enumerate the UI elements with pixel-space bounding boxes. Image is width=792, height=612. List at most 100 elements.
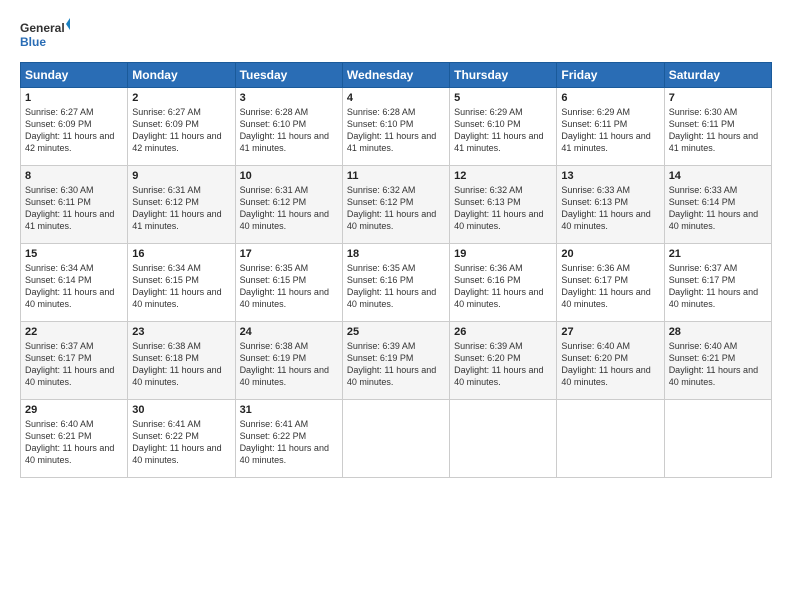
day-info: Sunrise: 6:40 AM Sunset: 6:20 PM Dayligh…: [561, 340, 659, 389]
header: General Blue: [20, 16, 772, 52]
sunrise-label: Sunrise: 6:31 AM: [240, 185, 309, 195]
day-number: 30: [132, 404, 230, 416]
day-number: 3: [240, 92, 338, 104]
day-number: 14: [669, 170, 767, 182]
sunrise-label: Sunrise: 6:32 AM: [347, 185, 416, 195]
day-info: Sunrise: 6:31 AM Sunset: 6:12 PM Dayligh…: [132, 184, 230, 233]
daylight-label: Daylight: 11 hours and 40 minutes.: [561, 209, 650, 231]
sunset-label: Sunset: 6:19 PM: [347, 353, 414, 363]
day-info: Sunrise: 6:37 AM Sunset: 6:17 PM Dayligh…: [25, 340, 123, 389]
calendar-cell: 3 Sunrise: 6:28 AM Sunset: 6:10 PM Dayli…: [235, 88, 342, 166]
calendar-cell: 6 Sunrise: 6:29 AM Sunset: 6:11 PM Dayli…: [557, 88, 664, 166]
logo: General Blue: [20, 16, 70, 52]
daylight-label: Daylight: 11 hours and 40 minutes.: [132, 287, 221, 309]
sunrise-label: Sunrise: 6:37 AM: [669, 263, 738, 273]
day-number: 13: [561, 170, 659, 182]
calendar-cell: 17 Sunrise: 6:35 AM Sunset: 6:15 PM Dayl…: [235, 244, 342, 322]
sunset-label: Sunset: 6:19 PM: [240, 353, 307, 363]
day-header-tuesday: Tuesday: [235, 63, 342, 88]
daylight-label: Daylight: 11 hours and 40 minutes.: [561, 365, 650, 387]
daylight-label: Daylight: 11 hours and 40 minutes.: [454, 365, 543, 387]
sunset-label: Sunset: 6:16 PM: [454, 275, 521, 285]
calendar-cell: 25 Sunrise: 6:39 AM Sunset: 6:19 PM Dayl…: [342, 322, 449, 400]
daylight-label: Daylight: 11 hours and 40 minutes.: [132, 443, 221, 465]
sunrise-label: Sunrise: 6:38 AM: [240, 341, 309, 351]
daylight-label: Daylight: 11 hours and 41 minutes.: [240, 131, 329, 153]
calendar-cell: 26 Sunrise: 6:39 AM Sunset: 6:20 PM Dayl…: [450, 322, 557, 400]
sunrise-label: Sunrise: 6:27 AM: [132, 107, 201, 117]
calendar-cell: 24 Sunrise: 6:38 AM Sunset: 6:19 PM Dayl…: [235, 322, 342, 400]
sunrise-label: Sunrise: 6:35 AM: [347, 263, 416, 273]
daylight-label: Daylight: 11 hours and 41 minutes.: [669, 131, 758, 153]
week-row-2: 8 Sunrise: 6:30 AM Sunset: 6:11 PM Dayli…: [21, 166, 772, 244]
calendar-cell: 27 Sunrise: 6:40 AM Sunset: 6:20 PM Dayl…: [557, 322, 664, 400]
day-info: Sunrise: 6:28 AM Sunset: 6:10 PM Dayligh…: [347, 106, 445, 155]
logo-svg: General Blue: [20, 16, 70, 52]
sunset-label: Sunset: 6:10 PM: [240, 119, 307, 129]
calendar-cell: 10 Sunrise: 6:31 AM Sunset: 6:12 PM Dayl…: [235, 166, 342, 244]
day-number: 1: [25, 92, 123, 104]
day-number: 29: [25, 404, 123, 416]
sunrise-label: Sunrise: 6:28 AM: [347, 107, 416, 117]
day-number: 21: [669, 248, 767, 260]
day-info: Sunrise: 6:31 AM Sunset: 6:12 PM Dayligh…: [240, 184, 338, 233]
day-number: 26: [454, 326, 552, 338]
week-row-1: 1 Sunrise: 6:27 AM Sunset: 6:09 PM Dayli…: [21, 88, 772, 166]
day-info: Sunrise: 6:32 AM Sunset: 6:13 PM Dayligh…: [454, 184, 552, 233]
calendar-cell: 12 Sunrise: 6:32 AM Sunset: 6:13 PM Dayl…: [450, 166, 557, 244]
day-number: 15: [25, 248, 123, 260]
day-number: 12: [454, 170, 552, 182]
daylight-label: Daylight: 11 hours and 41 minutes.: [561, 131, 650, 153]
sunset-label: Sunset: 6:22 PM: [240, 431, 307, 441]
calendar-cell: 4 Sunrise: 6:28 AM Sunset: 6:10 PM Dayli…: [342, 88, 449, 166]
sunrise-label: Sunrise: 6:32 AM: [454, 185, 523, 195]
sunset-label: Sunset: 6:22 PM: [132, 431, 199, 441]
sunrise-label: Sunrise: 6:38 AM: [132, 341, 201, 351]
sunrise-label: Sunrise: 6:39 AM: [454, 341, 523, 351]
daylight-label: Daylight: 11 hours and 40 minutes.: [454, 287, 543, 309]
calendar-cell: 19 Sunrise: 6:36 AM Sunset: 6:16 PM Dayl…: [450, 244, 557, 322]
calendar-cell: 7 Sunrise: 6:30 AM Sunset: 6:11 PM Dayli…: [664, 88, 771, 166]
week-row-5: 29 Sunrise: 6:40 AM Sunset: 6:21 PM Dayl…: [21, 400, 772, 478]
daylight-label: Daylight: 11 hours and 40 minutes.: [454, 209, 543, 231]
sunset-label: Sunset: 6:10 PM: [454, 119, 521, 129]
calendar-cell: 8 Sunrise: 6:30 AM Sunset: 6:11 PM Dayli…: [21, 166, 128, 244]
day-info: Sunrise: 6:34 AM Sunset: 6:14 PM Dayligh…: [25, 262, 123, 311]
sunset-label: Sunset: 6:14 PM: [669, 197, 736, 207]
sunset-label: Sunset: 6:16 PM: [347, 275, 414, 285]
week-row-3: 15 Sunrise: 6:34 AM Sunset: 6:14 PM Dayl…: [21, 244, 772, 322]
day-info: Sunrise: 6:30 AM Sunset: 6:11 PM Dayligh…: [25, 184, 123, 233]
day-number: 18: [347, 248, 445, 260]
day-number: 6: [561, 92, 659, 104]
daylight-label: Daylight: 11 hours and 40 minutes.: [132, 365, 221, 387]
sunrise-label: Sunrise: 6:34 AM: [132, 263, 201, 273]
day-number: 2: [132, 92, 230, 104]
day-header-monday: Monday: [128, 63, 235, 88]
day-info: Sunrise: 6:27 AM Sunset: 6:09 PM Dayligh…: [132, 106, 230, 155]
sunrise-label: Sunrise: 6:33 AM: [669, 185, 738, 195]
sunrise-label: Sunrise: 6:36 AM: [454, 263, 523, 273]
day-info: Sunrise: 6:41 AM Sunset: 6:22 PM Dayligh…: [132, 418, 230, 467]
day-number: 5: [454, 92, 552, 104]
sunset-label: Sunset: 6:09 PM: [25, 119, 92, 129]
day-info: Sunrise: 6:29 AM Sunset: 6:11 PM Dayligh…: [561, 106, 659, 155]
calendar-table: SundayMondayTuesdayWednesdayThursdayFrid…: [20, 62, 772, 478]
calendar-cell: 16 Sunrise: 6:34 AM Sunset: 6:15 PM Dayl…: [128, 244, 235, 322]
daylight-label: Daylight: 11 hours and 40 minutes.: [240, 287, 329, 309]
calendar-cell: [557, 400, 664, 478]
day-info: Sunrise: 6:33 AM Sunset: 6:13 PM Dayligh…: [561, 184, 659, 233]
sunrise-label: Sunrise: 6:29 AM: [454, 107, 523, 117]
day-info: Sunrise: 6:40 AM Sunset: 6:21 PM Dayligh…: [669, 340, 767, 389]
daylight-label: Daylight: 11 hours and 42 minutes.: [132, 131, 221, 153]
day-info: Sunrise: 6:38 AM Sunset: 6:18 PM Dayligh…: [132, 340, 230, 389]
daylight-label: Daylight: 11 hours and 40 minutes.: [347, 209, 436, 231]
calendar-cell: 30 Sunrise: 6:41 AM Sunset: 6:22 PM Dayl…: [128, 400, 235, 478]
daylight-label: Daylight: 11 hours and 40 minutes.: [240, 443, 329, 465]
day-number: 28: [669, 326, 767, 338]
day-info: Sunrise: 6:28 AM Sunset: 6:10 PM Dayligh…: [240, 106, 338, 155]
daylight-label: Daylight: 11 hours and 41 minutes.: [132, 209, 221, 231]
daylight-label: Daylight: 11 hours and 40 minutes.: [25, 443, 114, 465]
calendar-cell: 28 Sunrise: 6:40 AM Sunset: 6:21 PM Dayl…: [664, 322, 771, 400]
calendar-cell: 1 Sunrise: 6:27 AM Sunset: 6:09 PM Dayli…: [21, 88, 128, 166]
day-number: 7: [669, 92, 767, 104]
